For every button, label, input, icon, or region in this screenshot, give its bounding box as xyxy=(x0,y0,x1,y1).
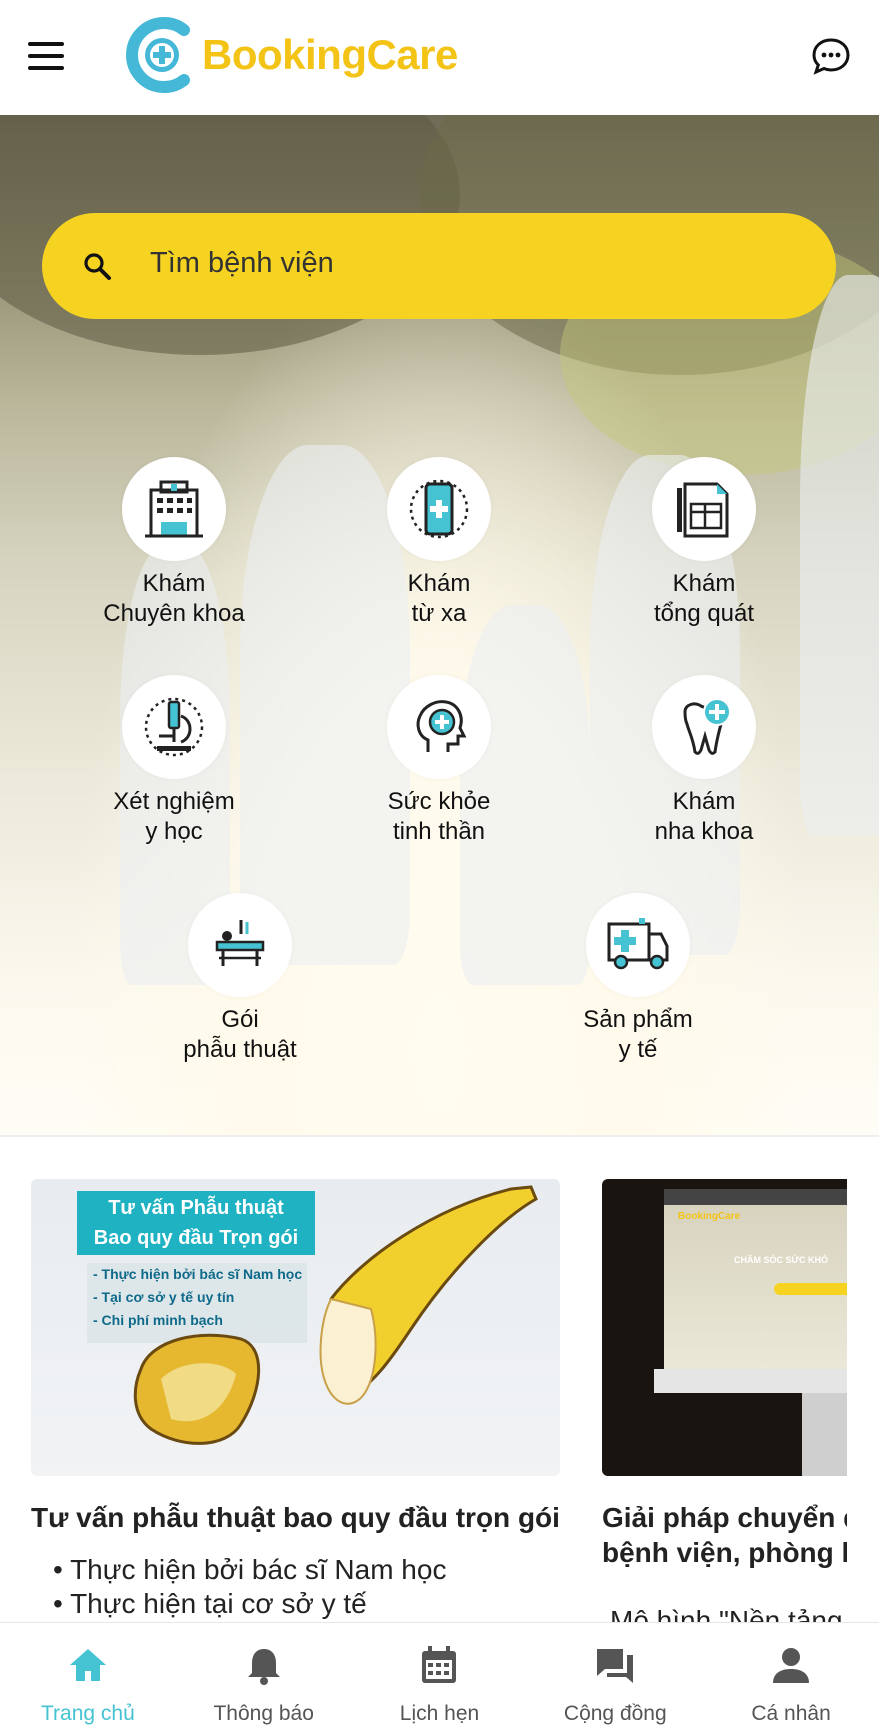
head-mind-icon xyxy=(416,700,467,752)
service-label: Khám nha khoa xyxy=(654,788,754,845)
hospital-building-icon xyxy=(145,480,203,538)
service-xet-nghiem[interactable]: Xét nghiệm y học xyxy=(74,675,274,847)
service-label: Gói phẫu thuật xyxy=(183,1006,297,1063)
nav-label: Lịch hẹn xyxy=(399,1702,480,1725)
search-bar[interactable]: Tìm bệnh viện xyxy=(42,213,836,319)
nav-label: Cá nhân xyxy=(751,1702,831,1725)
promo-card-image: Tư vấn Phẫu thuật Bao quy đầu Trọn gói -… xyxy=(31,1179,560,1476)
service-icon-circle xyxy=(188,893,292,997)
photo-person xyxy=(800,275,879,835)
service-label: Khám từ xa xyxy=(407,570,471,627)
surgery-bed-icon xyxy=(215,920,265,966)
service-san-pham-y-te[interactable]: Sản phẩm y tế xyxy=(538,893,738,1065)
monitor-browser-bar xyxy=(664,1189,847,1205)
bell-icon xyxy=(247,1649,280,1685)
promo-card-image: BookingCare CHĂM SÓC SỨC KHỎ xyxy=(602,1179,847,1476)
promo-card-title: Tư vấn phẫu thuật bao quy đầu trọn gói xyxy=(31,1502,560,1533)
service-kham-tu-xa[interactable]: Khám từ xa xyxy=(339,457,539,629)
phone-medical-icon xyxy=(409,479,469,539)
monitor-search xyxy=(774,1283,847,1295)
logo-plus-icon xyxy=(126,17,190,93)
service-icon-circle xyxy=(387,675,491,779)
nav-profile[interactable]: Cá nhân xyxy=(703,1623,879,1736)
nav-label: Cộng đồng xyxy=(563,1702,667,1725)
app-header: BookingCare xyxy=(0,0,879,115)
service-label: Xét nghiệm y học xyxy=(113,788,235,845)
promo-card-title: Giải pháp chuyển đ bệnh viện, phòng k xyxy=(602,1502,847,1568)
search-placeholder: Tìm bệnh viện xyxy=(150,247,334,279)
nav-appointments[interactable]: Lịch hẹn xyxy=(352,1623,528,1736)
bullet-text: Thực hiện bởi bác sĩ Nam học xyxy=(70,1554,447,1585)
tooth-icon xyxy=(683,698,731,755)
person-icon xyxy=(773,1648,810,1683)
ambulance-icon xyxy=(607,918,669,970)
service-kham-tong-quat[interactable]: Khám tổng quát xyxy=(604,457,804,629)
service-suc-khoe-tinh-than[interactable]: Sức khỏe tinh thần xyxy=(339,675,539,847)
promo-carousel[interactable]: Tư vấn Phẫu thuật Bao quy đầu Trọn gói -… xyxy=(0,1137,879,1622)
monitor-headline: CHĂM SÓC SỨC KHỎ xyxy=(734,1255,828,1265)
bullet-text: Thực hiện tại cơ sở y tế xyxy=(70,1588,367,1619)
monitor-site: BookingCare CHĂM SÓC SỨC KHỎ xyxy=(664,1205,847,1369)
bottom-navigation: Trang chủ Thông báo Lịch hẹn Cộng đồng C… xyxy=(0,1622,879,1736)
service-icon-circle xyxy=(122,457,226,561)
promo-card-bullets: • Thực hiện bởi bác sĩ Nam học • Thực hi… xyxy=(53,1554,447,1619)
monitor-screen: BookingCare CHĂM SÓC SỨC KHỎ xyxy=(664,1189,847,1369)
promo-card-snippet: Mô hình "Nền tảng xyxy=(602,1604,847,1622)
search-icon xyxy=(84,253,111,280)
brand-logo[interactable]: BookingCare xyxy=(126,16,458,94)
service-icon-circle xyxy=(652,457,756,561)
microscope-icon xyxy=(144,697,204,757)
service-label: Khám Chuyên khoa xyxy=(103,570,245,627)
monitor-base xyxy=(802,1393,847,1476)
service-goi-phau-thuat[interactable]: Gói phẫu thuật xyxy=(140,893,340,1065)
chat-forum-icon xyxy=(597,1649,634,1683)
hamburger-menu-icon[interactable] xyxy=(28,42,64,70)
monitor-brand: BookingCare xyxy=(678,1211,741,1222)
hero-banner: Tìm bệnh viện Khám Chuyên khoa Khám từ x… xyxy=(0,115,879,1135)
service-label: Sản phẩm y tế xyxy=(583,1006,693,1063)
service-label: Sức khỏe tinh thần xyxy=(387,788,491,845)
service-icon-circle xyxy=(586,893,690,997)
clipboard-form-icon xyxy=(677,482,729,538)
monitor-stand xyxy=(654,1369,847,1393)
service-icon-circle xyxy=(122,675,226,779)
nav-notifications[interactable]: Thông báo xyxy=(176,1623,352,1736)
promo-card[interactable]: Tư vấn Phẫu thuật Bao quy đầu Trọn gói -… xyxy=(31,1179,561,1621)
snippet-text: Mô hình "Nền tảng xyxy=(610,1605,843,1622)
nav-home[interactable]: Trang chủ xyxy=(0,1623,176,1736)
banana-illustration xyxy=(133,1185,538,1445)
home-icon xyxy=(69,1649,106,1681)
service-kham-nha-khoa[interactable]: Khám nha khoa xyxy=(604,675,804,847)
chat-bubble-icon[interactable] xyxy=(811,36,851,76)
service-icon-circle xyxy=(387,457,491,561)
service-icon-circle xyxy=(652,675,756,779)
nav-community[interactable]: Cộng đồng xyxy=(527,1623,703,1736)
service-kham-chuyen-khoa[interactable]: Khám Chuyên khoa xyxy=(74,457,274,629)
nav-label: Trang chủ xyxy=(41,1702,135,1725)
service-label: Khám tổng quát xyxy=(653,570,755,627)
promo-card[interactable]: BookingCare CHĂM SÓC SỨC KHỎ Giải pháp c… xyxy=(602,1179,879,1622)
calendar-icon xyxy=(422,1646,457,1683)
brand-name: BookingCare xyxy=(202,31,458,78)
nav-label: Thông báo xyxy=(213,1702,314,1725)
